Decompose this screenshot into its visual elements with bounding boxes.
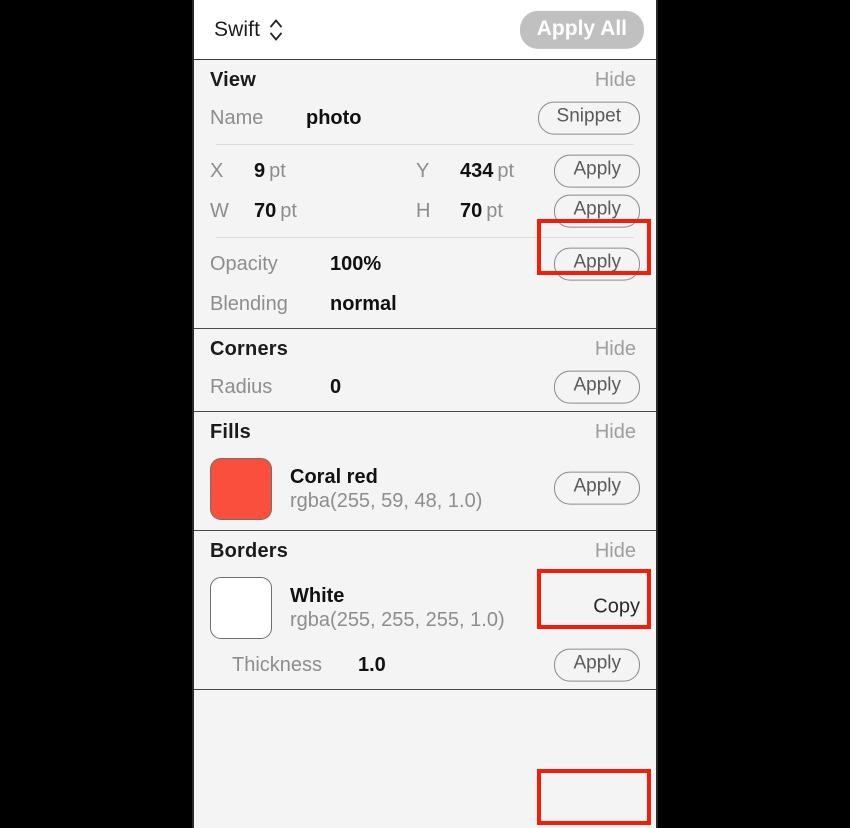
view-h-field[interactable]: H 70 pt [416, 200, 503, 223]
section-borders-title: Borders [210, 540, 289, 562]
view-opacity-action-slot: Apply [554, 247, 640, 281]
borders-thickness-label: Thickness [232, 653, 323, 676]
section-corners: Corners Hide Radius 0 Apply [194, 329, 656, 412]
inspector-toolbar: Swift Apply All [194, 0, 656, 60]
corners-radius-action-slot: Apply [554, 370, 640, 404]
view-opacity-value[interactable]: 100% [330, 253, 381, 276]
view-blending-row: Blending normal [194, 284, 656, 324]
fill-color-text: Coral red rgba(255, 59, 48, 1.0) [290, 466, 482, 513]
apply-radius-button[interactable]: Apply [554, 370, 640, 404]
view-h-unit: pt [486, 199, 503, 222]
section-borders: Borders Hide White rgba(255, 255, 255, 1… [194, 531, 656, 690]
view-divider-2 [216, 237, 634, 238]
section-view-title: View [210, 69, 257, 91]
section-fills: Fills Hide Coral red rgba(255, 59, 48, 1… [194, 412, 656, 531]
view-w-unit: pt [280, 199, 297, 222]
corners-radius-value[interactable]: 0 [330, 376, 341, 399]
screen: Swift Apply All View Hide Name photo Sni… [0, 0, 850, 828]
snippet-button[interactable]: Snippet [537, 101, 640, 135]
view-y-unit: pt [497, 159, 515, 182]
view-w-value: 70 [254, 199, 277, 222]
view-x-unit: pt [269, 159, 286, 182]
view-size-action-slot: Apply [554, 194, 640, 228]
apply-size-button[interactable]: Apply [554, 194, 640, 228]
borders-thickness-row: Thickness 1.0 Apply [194, 645, 656, 685]
section-fills-hide-button[interactable]: Hide [595, 421, 636, 444]
fills-action-slot: Apply [554, 471, 640, 505]
view-name-label: Name [210, 106, 264, 129]
fills-color-row: Coral red rgba(255, 59, 48, 1.0) Apply [194, 450, 656, 526]
view-h-label: H [416, 199, 431, 222]
view-y-label: Y [416, 159, 430, 182]
corners-radius-row: Radius 0 Apply [194, 367, 656, 407]
section-fills-header: Fills Hide [194, 412, 656, 450]
section-corners-title: Corners [210, 338, 289, 360]
view-position-row: X 9 pt Y 434 pt Apply [194, 151, 656, 191]
view-w-label: W [210, 199, 229, 222]
view-opacity-row: Opacity 100% Apply [194, 244, 656, 284]
border-color-name: White [290, 584, 345, 607]
apply-all-button[interactable]: Apply All [519, 10, 644, 49]
borders-copy-slot: Copy [593, 596, 640, 619]
border-color-swatch[interactable] [210, 577, 272, 639]
borders-color-row: White rgba(255, 255, 255, 1.0) Copy [194, 569, 656, 645]
chevron-up-down-icon[interactable] [269, 18, 283, 42]
view-x-label: X [210, 159, 224, 182]
borders-thickness-value[interactable]: 1.0 [358, 654, 386, 677]
section-corners-header: Corners Hide [194, 329, 656, 367]
section-view-header: View Hide [194, 60, 656, 98]
view-h-value: 70 [460, 199, 483, 222]
inspector-panel: Swift Apply All View Hide Name photo Sni… [192, 0, 658, 828]
view-name-action-slot: Snippet [537, 101, 640, 135]
view-size-row: W 70 pt H 70 pt Apply [194, 191, 656, 231]
view-blending-label: Blending [210, 292, 288, 315]
view-x-field[interactable]: X 9 pt [210, 160, 416, 183]
section-corners-hide-button[interactable]: Hide [595, 338, 636, 361]
view-blending-value[interactable]: normal [330, 293, 397, 316]
fill-color-name: Coral red [290, 465, 378, 488]
borders-thickness-action-slot: Apply [554, 648, 640, 682]
view-name-value[interactable]: photo [306, 107, 362, 130]
apply-thickness-button[interactable]: Apply [554, 648, 640, 682]
fill-color-rgba: rgba(255, 59, 48, 1.0) [290, 489, 483, 512]
view-name-row: Name photo Snippet [194, 98, 656, 138]
language-selector[interactable]: Swift [214, 18, 283, 42]
view-w-field[interactable]: W 70 pt [210, 200, 416, 223]
border-color-rgba: rgba(255, 255, 255, 1.0) [290, 608, 505, 631]
view-x-value: 9 [254, 159, 266, 182]
section-view: View Hide Name photo Snippet X 9 pt Y 43… [194, 60, 656, 329]
apply-position-button[interactable]: Apply [554, 154, 640, 188]
view-divider-1 [216, 144, 634, 145]
apply-fill-button[interactable]: Apply [554, 471, 640, 505]
view-position-action-slot: Apply [554, 154, 640, 188]
view-y-value: 434 [460, 159, 494, 182]
section-borders-header: Borders Hide [194, 531, 656, 569]
view-y-field[interactable]: Y 434 pt [416, 160, 514, 183]
fill-color-swatch[interactable] [210, 458, 272, 520]
section-view-hide-button[interactable]: Hide [595, 69, 636, 92]
section-borders-hide-button[interactable]: Hide [595, 540, 636, 563]
corners-radius-label: Radius [210, 375, 273, 398]
section-fills-title: Fills [210, 421, 252, 443]
view-opacity-label: Opacity [210, 252, 278, 275]
language-label: Swift [214, 17, 261, 41]
apply-opacity-button[interactable]: Apply [554, 247, 640, 281]
copy-border-button[interactable]: Copy [593, 596, 640, 619]
border-color-text: White rgba(255, 255, 255, 1.0) [290, 585, 505, 632]
